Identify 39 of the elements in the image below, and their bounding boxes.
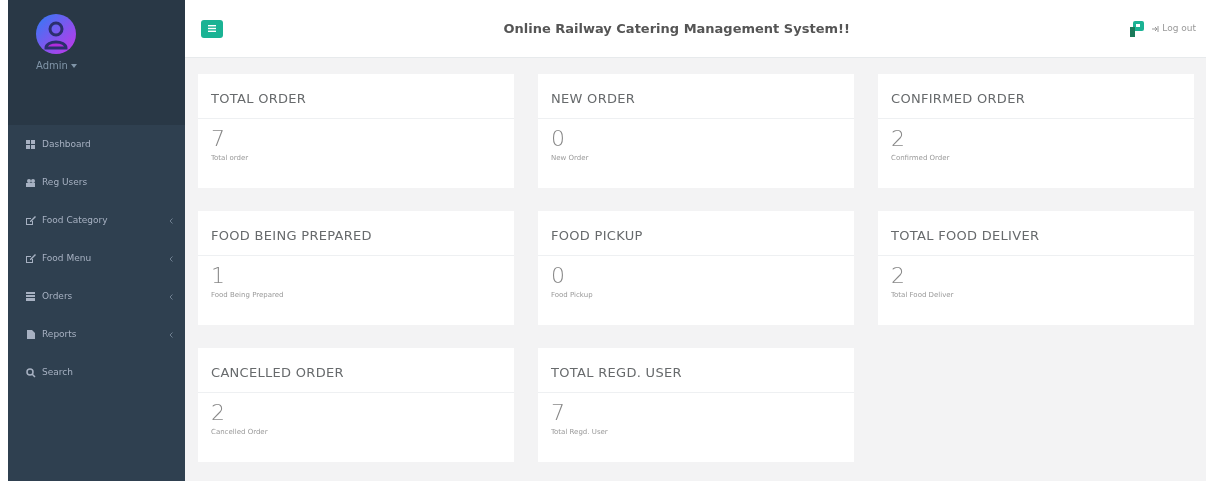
- stat-value: 1: [210, 262, 226, 289]
- stat-value: 7: [210, 125, 226, 152]
- avatar-icon: [36, 14, 76, 54]
- users-icon: [26, 178, 36, 188]
- sidebar-item[interactable]: Dashboard: [8, 126, 185, 164]
- page-title: Online Railway Catering Management System!!: [502, 19, 851, 38]
- stat-value: 2: [890, 125, 906, 152]
- user-menu[interactable]: Admin: [36, 58, 185, 73]
- card-title: TOTAL FOOD DELIVER: [878, 211, 1194, 256]
- card-title: CANCELLED ORDER: [198, 348, 514, 393]
- edit-icon: [26, 216, 36, 226]
- card-title: NEW ORDER: [538, 74, 854, 119]
- logout-link[interactable]: Log out: [1152, 21, 1196, 36]
- menu-button[interactable]: [201, 19, 223, 38]
- sign-out-icon: [1152, 25, 1160, 32]
- caret-icon: [71, 64, 78, 68]
- stat-value: 0: [550, 125, 566, 152]
- card-title: FOOD PICKUP: [538, 211, 854, 256]
- logo-icon: [1130, 20, 1145, 37]
- card-title: CONFIRMED ORDER: [878, 74, 1194, 119]
- sidebar-item[interactable]: Orders: [8, 278, 185, 316]
- sidebar-item[interactable]: Food Category: [8, 202, 185, 240]
- file-icon: [26, 330, 36, 340]
- edit-icon: [26, 254, 36, 264]
- card-title: FOOD BEING PREPARED: [198, 211, 514, 256]
- stat-value: 7: [550, 399, 566, 426]
- card-title: TOTAL ORDER: [198, 74, 514, 119]
- card-title: TOTAL REGD. USER: [538, 348, 854, 393]
- table-icon: [26, 292, 36, 302]
- menu-icon: [208, 25, 216, 32]
- sidebar-item[interactable]: Reg Users: [8, 164, 185, 202]
- search-icon: [26, 368, 36, 378]
- grid-icon: [26, 140, 36, 150]
- stat-value: 2: [890, 262, 906, 289]
- stat-value: 0: [550, 262, 566, 289]
- stat-value: 2: [210, 399, 226, 426]
- sidebar-item[interactable]: Food Menu: [8, 240, 185, 278]
- sidebar-item[interactable]: Reports: [8, 316, 185, 354]
- sidebar-item[interactable]: Search: [8, 354, 185, 392]
